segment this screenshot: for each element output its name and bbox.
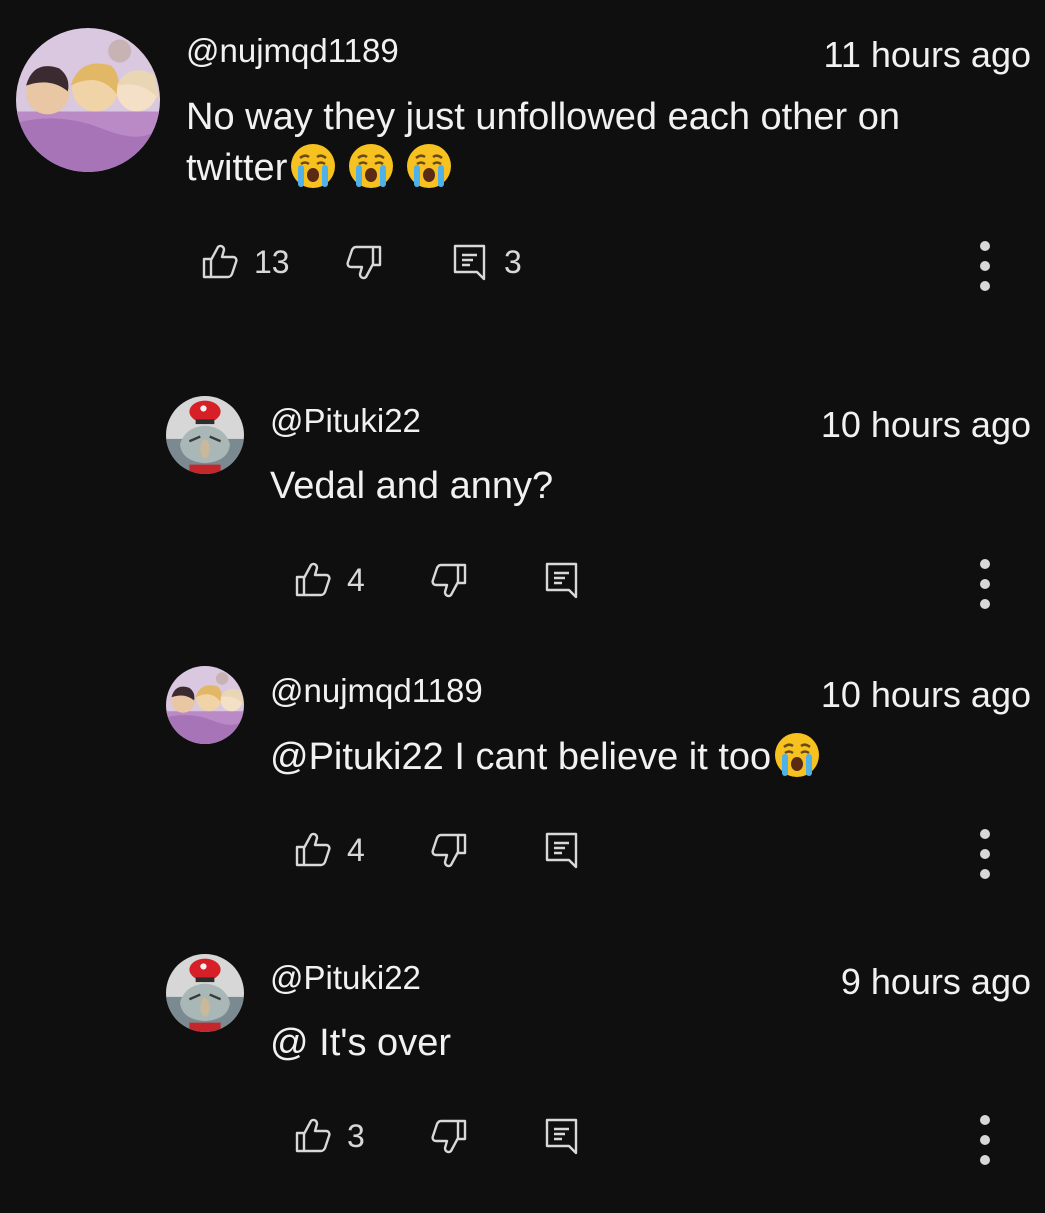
reply-button[interactable]: 3 bbox=[450, 242, 522, 282]
reply-count: 3 bbox=[504, 243, 522, 280]
like-button[interactable]: 4 bbox=[293, 830, 365, 870]
comment-timestamp: 11 hours ago bbox=[823, 34, 1032, 75]
comment-text: @ It's over bbox=[270, 1022, 451, 1064]
comment-text: @Pituki22 I cant believe it too bbox=[270, 731, 1045, 782]
dislike-button[interactable] bbox=[429, 560, 469, 600]
thumbs-up-icon bbox=[293, 560, 333, 600]
comment-actions: 4 bbox=[0, 830, 1045, 878]
dislike-button[interactable] bbox=[429, 1116, 469, 1156]
comment-timestamp: 9 hours ago bbox=[840, 961, 1031, 1002]
more-options-icon[interactable] bbox=[975, 1112, 995, 1168]
thumbs-up-icon bbox=[293, 830, 333, 870]
red-hat-character-avatar-icon bbox=[166, 954, 244, 1032]
comment-text: Vedal and anny? bbox=[270, 465, 554, 507]
like-button[interactable]: 4 bbox=[293, 560, 365, 600]
reply-button[interactable] bbox=[542, 560, 582, 600]
comment-author[interactable]: @nujmqd1189 bbox=[186, 32, 399, 70]
more-options-icon[interactable] bbox=[975, 556, 995, 612]
reply-button[interactable] bbox=[542, 830, 582, 870]
thumbs-up-icon bbox=[293, 1116, 333, 1156]
comment-text-line1: No way they just unfollowed each other o… bbox=[186, 96, 900, 138]
reply-button[interactable] bbox=[542, 1116, 582, 1156]
more-options-icon[interactable] bbox=[975, 826, 995, 882]
dislike-button[interactable] bbox=[429, 830, 469, 870]
like-count: 4 bbox=[347, 831, 365, 868]
comment-author[interactable]: @Pituki22 bbox=[270, 959, 421, 997]
thumbs-down-icon bbox=[429, 830, 469, 870]
thumbs-up-icon bbox=[200, 242, 240, 282]
loudly-crying-face-icon bbox=[773, 731, 821, 779]
anime-group-avatar-icon bbox=[166, 666, 244, 744]
thumbs-down-icon bbox=[429, 1116, 469, 1156]
comment-actions: 4 bbox=[0, 560, 1045, 608]
like-count: 3 bbox=[347, 1117, 365, 1154]
reply-icon bbox=[542, 830, 582, 870]
reply-icon bbox=[450, 242, 490, 282]
reply-icon bbox=[542, 1116, 582, 1156]
like-button[interactable]: 3 bbox=[293, 1116, 365, 1156]
comment-text-line2: twitter bbox=[186, 142, 986, 193]
avatar[interactable] bbox=[166, 666, 244, 744]
comment-text-content: @Pituki22 I cant believe it too bbox=[270, 736, 772, 778]
comment-timestamp: 10 hours ago bbox=[820, 674, 1031, 715]
like-count: 13 bbox=[254, 243, 290, 280]
loudly-crying-face-icon bbox=[289, 142, 337, 190]
comment-actions: 3 bbox=[0, 1116, 1045, 1164]
reply-icon bbox=[542, 560, 582, 600]
comment-timestamp: 10 hours ago bbox=[820, 404, 1031, 445]
loudly-crying-face-icon bbox=[405, 142, 453, 190]
loudly-crying-face-icon bbox=[347, 142, 395, 190]
comment-author[interactable]: @nujmqd1189 bbox=[270, 672, 483, 710]
comment-text-line2-text: twitter bbox=[186, 147, 288, 189]
comment-actions: 13 3 bbox=[0, 242, 1045, 290]
avatar[interactable] bbox=[166, 396, 244, 474]
comment-author[interactable]: @Pituki22 bbox=[270, 402, 421, 440]
red-hat-character-avatar-icon bbox=[166, 396, 244, 474]
like-button[interactable]: 13 bbox=[200, 242, 290, 282]
avatar[interactable] bbox=[166, 954, 244, 1032]
comment-text: No way they just unfollowed each other o… bbox=[186, 92, 986, 193]
thumbs-down-icon bbox=[429, 560, 469, 600]
thumbs-down-icon bbox=[344, 242, 384, 282]
like-count: 4 bbox=[347, 561, 365, 598]
more-options-icon[interactable] bbox=[975, 238, 995, 294]
dislike-button[interactable] bbox=[344, 242, 384, 282]
avatar[interactable] bbox=[16, 28, 160, 172]
anime-group-avatar-icon bbox=[16, 28, 160, 172]
